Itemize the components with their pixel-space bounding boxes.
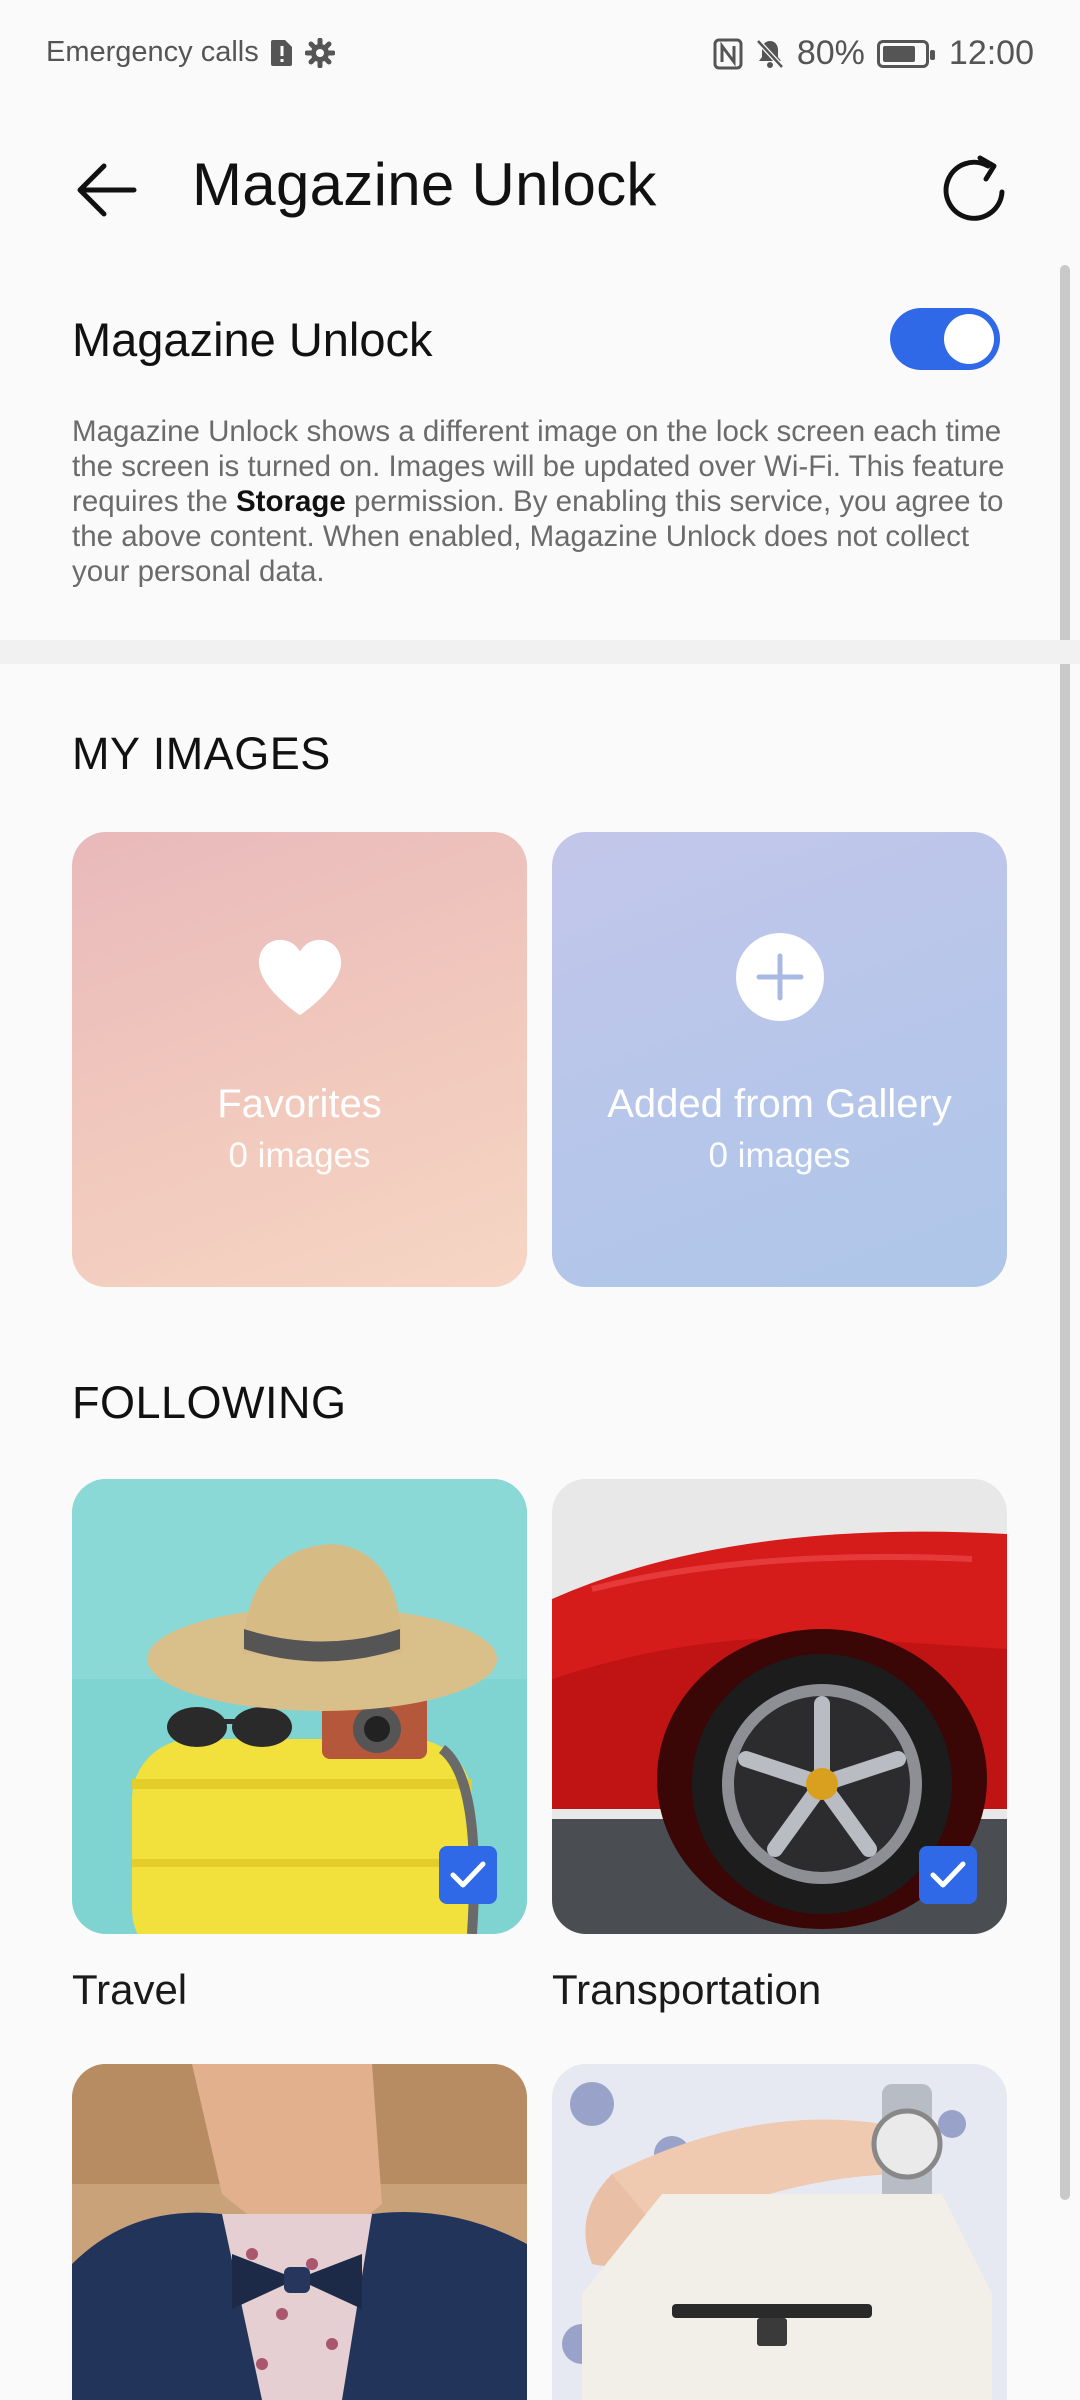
fashion-image bbox=[72, 2064, 527, 2400]
gallery-count: 0 images bbox=[708, 1136, 851, 1175]
bell-muted-icon bbox=[755, 38, 785, 70]
storage-permission-text: Storage bbox=[235, 485, 346, 518]
transportation-label: Transportation bbox=[552, 1966, 822, 2013]
nfc-icon bbox=[713, 38, 743, 70]
transportation-checkbox[interactable] bbox=[919, 1846, 977, 1904]
battery-icon bbox=[876, 39, 935, 68]
battery-percent: 80% bbox=[796, 34, 865, 72]
refresh-button[interactable] bbox=[930, 146, 1018, 234]
status-right: 80% 12:00 bbox=[713, 34, 1034, 73]
travel-checkbox[interactable] bbox=[439, 1846, 497, 1904]
travel-tile[interactable] bbox=[72, 1479, 527, 1934]
scrollbar[interactable] bbox=[1060, 265, 1070, 2200]
my-images-header: MY IMAGES bbox=[72, 728, 331, 779]
status-left: Emergency calls bbox=[46, 36, 335, 69]
travel-label: Travel bbox=[72, 1966, 188, 2013]
emergency-calls-text: Emergency calls bbox=[46, 36, 259, 68]
favorites-count: 0 images bbox=[228, 1136, 371, 1175]
magazine-unlock-toggle-row[interactable]: Magazine Unlock bbox=[72, 300, 1012, 380]
plus-circle bbox=[735, 933, 824, 1021]
app-bar: Magazine Unlock bbox=[0, 110, 1080, 260]
toggle-label: Magazine Unlock bbox=[72, 313, 433, 366]
transportation-tile[interactable] bbox=[552, 1479, 1007, 1934]
favorites-card[interactable]: Favorites 0 images bbox=[72, 832, 527, 1287]
lifestyle-tile[interactable] bbox=[552, 2064, 1007, 2400]
back-button[interactable] bbox=[64, 148, 148, 232]
description-text: Magazine Unlock shows a different image … bbox=[72, 414, 1012, 589]
gallery-title: Added from Gallery bbox=[607, 1082, 952, 1126]
settings-gear-icon bbox=[304, 37, 335, 68]
status-bar: Emergency calls 80% 12:00 bbox=[0, 0, 1080, 110]
arrow-left-icon bbox=[77, 163, 137, 217]
lifestyle-image bbox=[552, 2064, 1007, 2400]
clock: 12:00 bbox=[948, 34, 1034, 72]
magazine-unlock-switch[interactable] bbox=[890, 308, 1000, 370]
added-from-gallery-card[interactable]: Added from Gallery 0 images bbox=[552, 832, 1007, 1287]
switch-knob bbox=[944, 314, 994, 364]
battery-level bbox=[882, 45, 915, 62]
following-header: FOLLOWING bbox=[72, 1377, 347, 1428]
fashion-tile[interactable] bbox=[72, 2064, 527, 2400]
refresh-icon bbox=[943, 155, 1005, 221]
heart-icon bbox=[255, 932, 345, 1022]
sim-alert-icon bbox=[269, 38, 295, 68]
checkmark-icon bbox=[930, 1861, 966, 1888]
checkmark-icon bbox=[450, 1861, 486, 1888]
plus-icon bbox=[735, 932, 825, 1022]
page-title: Magazine Unlock bbox=[192, 151, 657, 218]
favorites-title: Favorites bbox=[217, 1082, 382, 1126]
section-divider bbox=[0, 640, 1080, 664]
